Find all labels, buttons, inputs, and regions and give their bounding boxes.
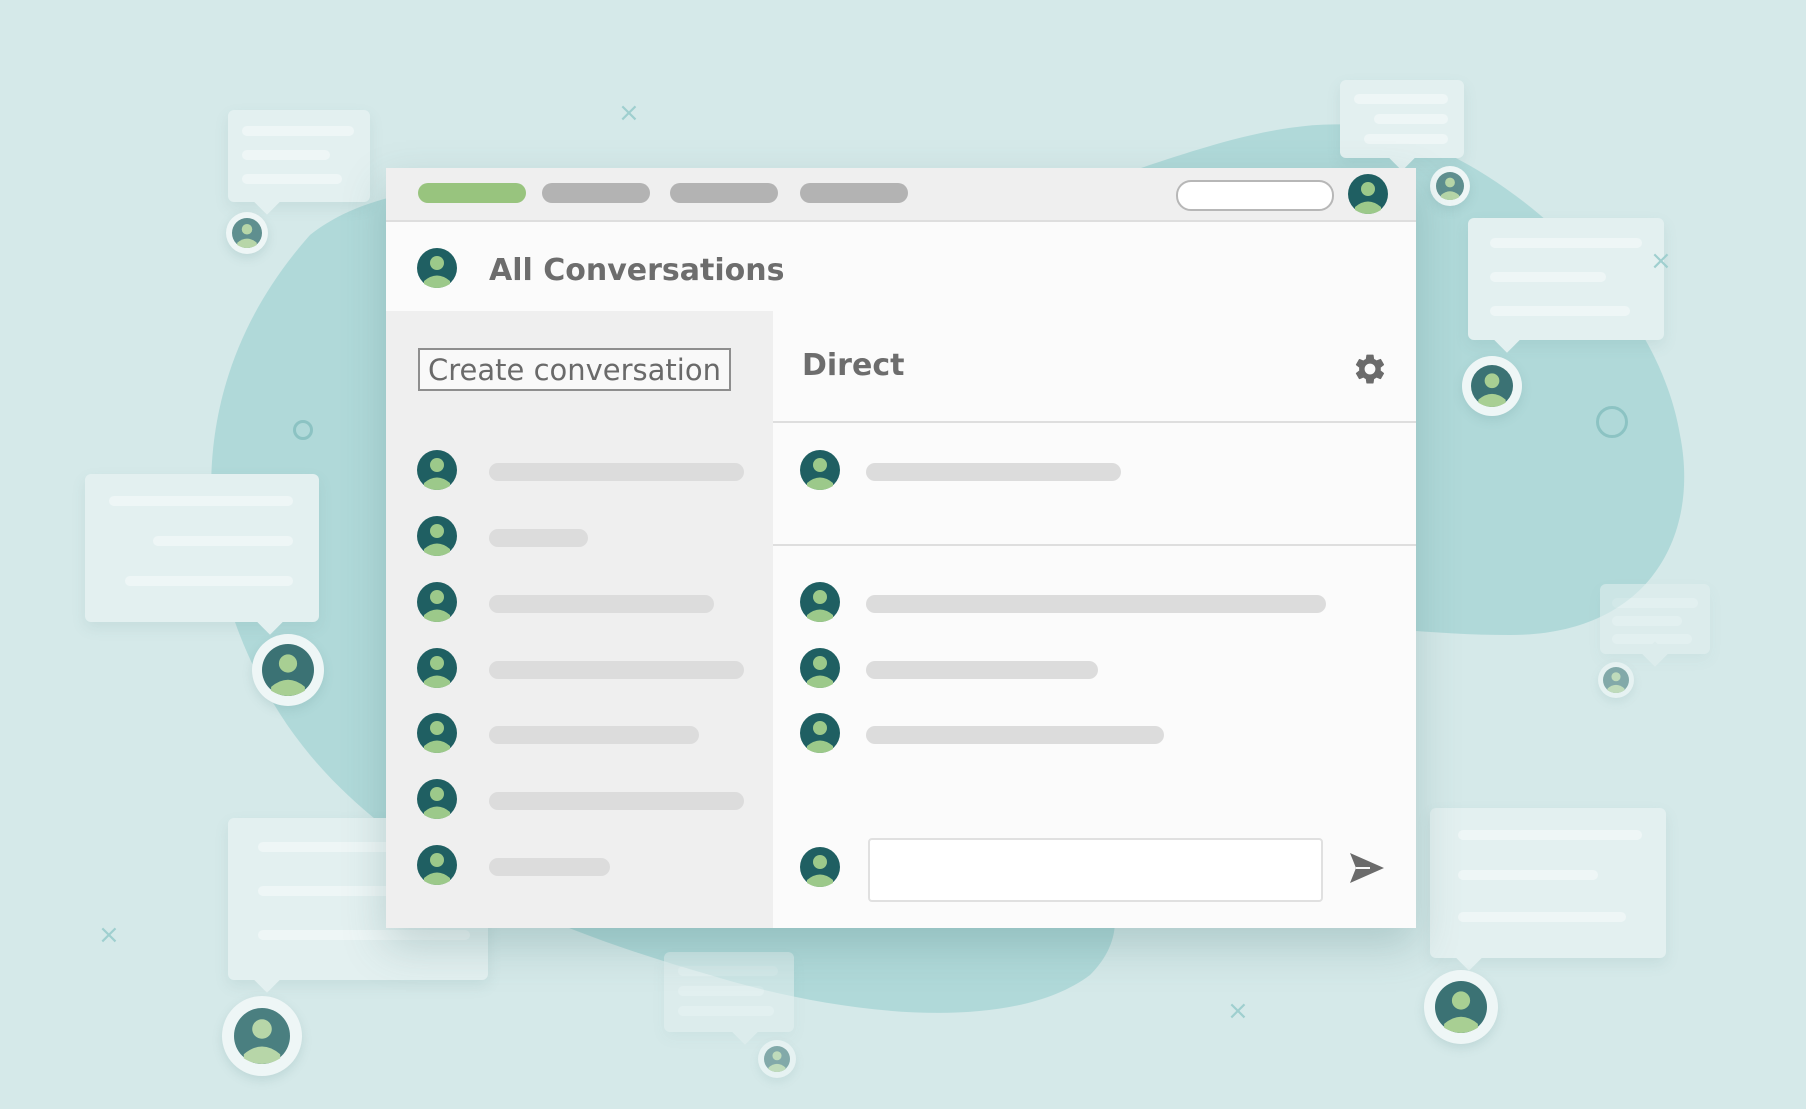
user-avatar-icon <box>417 779 457 819</box>
message-preview-placeholder <box>489 726 699 744</box>
conversation-list-item[interactable] <box>417 450 757 492</box>
decor-bubble <box>228 110 370 202</box>
user-avatar-icon <box>417 516 457 556</box>
user-avatar-icon <box>417 582 457 622</box>
decor-circle <box>293 420 313 440</box>
user-avatar-icon <box>1435 981 1487 1033</box>
gear-icon[interactable] <box>1352 351 1388 387</box>
chat-message[interactable] <box>800 713 1400 755</box>
user-avatar-icon <box>800 450 840 490</box>
decor-avatar <box>252 634 324 706</box>
pinned-message[interactable] <box>800 450 1400 492</box>
user-avatar-icon <box>417 248 457 288</box>
decor-cross: × <box>1227 996 1249 1026</box>
chat-message[interactable] <box>800 582 1400 624</box>
panel-divider <box>773 421 1416 423</box>
decor-cross: × <box>618 98 640 128</box>
nav-tab-2[interactable] <box>542 183 650 203</box>
decor-cross: × <box>1650 246 1672 276</box>
conversation-list-item[interactable] <box>417 516 757 558</box>
user-avatar-icon[interactable] <box>1348 174 1388 214</box>
decor-avatar <box>1598 662 1634 698</box>
conversation-list-item[interactable] <box>417 713 757 755</box>
user-avatar-icon <box>417 450 457 490</box>
decor-bubble <box>1600 584 1710 654</box>
decor-bubble <box>1340 80 1464 158</box>
user-avatar-icon <box>1471 365 1513 407</box>
conversation-list-item[interactable] <box>417 779 757 821</box>
create-conversation-button[interactable]: Create conversation <box>418 348 731 391</box>
message-text-placeholder <box>866 661 1098 679</box>
decor-cross: × <box>98 920 120 950</box>
decor-avatar <box>1424 970 1498 1044</box>
message-text-placeholder <box>866 595 1326 613</box>
message-text-placeholder <box>866 726 1164 744</box>
user-avatar-icon <box>232 218 262 248</box>
app-window: All Conversations Create conversation Di… <box>386 168 1416 928</box>
user-avatar-icon <box>800 847 840 887</box>
user-avatar-icon <box>800 582 840 622</box>
decor-circle <box>1596 406 1628 438</box>
message-preview-placeholder <box>489 661 744 679</box>
user-avatar-icon <box>1436 172 1464 200</box>
nav-tab-4[interactable] <box>800 183 908 203</box>
user-avatar-icon <box>764 1046 790 1072</box>
conversation-title: Direct <box>802 348 905 383</box>
decor-avatar <box>1430 166 1470 206</box>
message-preview-placeholder <box>489 792 744 810</box>
user-avatar-icon <box>417 713 457 753</box>
user-avatar-icon <box>800 648 840 688</box>
message-preview-placeholder <box>489 463 744 481</box>
decor-avatar <box>1462 356 1522 416</box>
page-title: All Conversations <box>489 253 785 288</box>
user-avatar-icon <box>1603 667 1629 693</box>
conversation-sidebar: Create conversation <box>386 311 773 928</box>
conversation-list-item[interactable] <box>417 582 757 624</box>
conversation-list-item[interactable] <box>417 845 757 887</box>
search-input[interactable] <box>1176 180 1334 211</box>
decor-avatar <box>226 212 268 254</box>
user-avatar-icon <box>417 845 457 885</box>
message-preview-placeholder <box>489 595 714 613</box>
conversation-panel: Direct <box>773 311 1416 928</box>
user-avatar-icon <box>234 1008 290 1064</box>
user-avatar-icon <box>262 644 314 696</box>
conversation-list-item[interactable] <box>417 648 757 690</box>
panel-divider <box>773 544 1416 546</box>
decor-avatar <box>758 1040 796 1078</box>
decor-bubble <box>1468 218 1664 340</box>
nav-tab-3[interactable] <box>670 183 778 203</box>
message-preview-placeholder <box>489 529 588 547</box>
user-avatar-icon <box>800 713 840 753</box>
decor-bubble <box>1430 808 1666 958</box>
message-input[interactable] <box>868 838 1323 902</box>
message-preview-placeholder <box>489 858 610 876</box>
nav-tab-1[interactable] <box>418 183 526 203</box>
chat-message[interactable] <box>800 648 1400 690</box>
decor-bubble <box>664 952 794 1032</box>
user-avatar-icon <box>417 648 457 688</box>
send-icon[interactable] <box>1348 851 1386 885</box>
message-text-placeholder <box>866 463 1121 481</box>
top-navigation-bar <box>386 168 1416 222</box>
decor-avatar <box>222 996 302 1076</box>
decor-bubble <box>85 474 319 622</box>
